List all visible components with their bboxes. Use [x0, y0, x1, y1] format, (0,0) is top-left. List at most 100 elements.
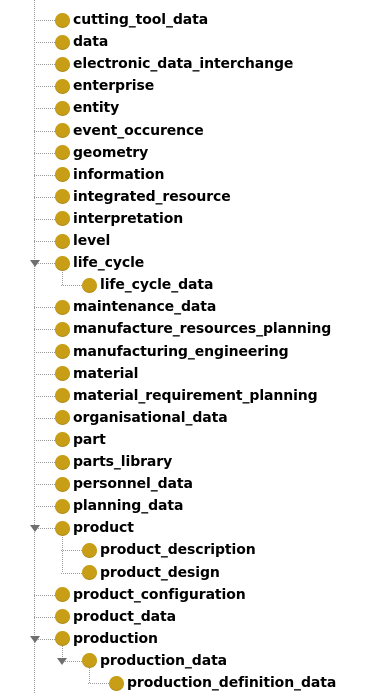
tree-node-label: material_requirement_planning — [73, 387, 318, 404]
tree-node-electronic-data-interchange[interactable]: electronic_data_interchange — [55, 53, 293, 75]
tree-node-part[interactable]: part — [55, 429, 106, 451]
class-circle-icon — [55, 520, 70, 536]
tree-guide-connector — [34, 108, 57, 110]
tree-node-label: production — [73, 630, 158, 647]
tree-node-label: product_description — [100, 542, 256, 559]
tree-guide-connector — [34, 307, 57, 309]
tree-node-label: event_occurence — [73, 122, 204, 139]
tree-node-product-description[interactable]: product_description — [82, 539, 256, 561]
tree-node-label: integrated_resource — [73, 188, 231, 205]
tree-node-product-data[interactable]: product_data — [55, 606, 176, 628]
class-circle-icon — [55, 410, 70, 426]
tree-node-enterprise[interactable]: enterprise — [55, 75, 154, 97]
class-circle-icon — [55, 498, 70, 514]
tree-node-label: life_cycle — [73, 255, 145, 272]
class-circle-icon — [55, 631, 70, 647]
tree-node-label: organisational_data — [73, 409, 228, 426]
class-circle-icon — [82, 277, 97, 293]
tree-guide-connector — [61, 550, 84, 552]
tree-node-label: level — [73, 233, 111, 249]
tree-node-label: product_data — [73, 608, 176, 625]
tree-node-label: geometry — [73, 144, 149, 161]
class-circle-icon — [55, 454, 70, 470]
tree-node-label: product_configuration — [73, 586, 246, 603]
tree-node-manufacture-resources-planning[interactable]: manufacture_resources_planning — [55, 318, 331, 340]
tree-node-parts-library[interactable]: parts_library — [55, 451, 172, 473]
tree-node-information[interactable]: information — [55, 164, 164, 186]
tree-node-event-occurence[interactable]: event_occurence — [55, 120, 204, 142]
tree-node-product-design[interactable]: product_design — [82, 562, 220, 584]
class-circle-icon — [55, 321, 70, 337]
tree-guide-connector — [34, 373, 57, 375]
tree-node-material-requirement-planning[interactable]: material_requirement_planning — [55, 385, 318, 407]
tree-guide-connector — [34, 174, 57, 176]
tree-node-integrated-resource[interactable]: integrated_resource — [55, 186, 231, 208]
class-circle-icon — [55, 100, 70, 116]
tree-node-label: material — [73, 365, 139, 382]
tree-node-life-cycle-data[interactable]: life_cycle_data — [82, 274, 213, 296]
tree-guide-connector — [34, 329, 57, 331]
tree-node-life-cycle[interactable]: life_cycle — [55, 252, 144, 274]
class-circle-icon — [55, 587, 70, 603]
tree-guide-connector — [88, 683, 111, 684]
tree-node-production[interactable]: production — [55, 628, 158, 650]
tree-node-entity[interactable]: entity — [55, 97, 119, 119]
expand-toggle-icon[interactable] — [30, 525, 40, 533]
tree-node-production-definition-data[interactable]: production_definition_data — [109, 672, 336, 694]
tree-node-personnel-data[interactable]: personnel_data — [55, 473, 193, 495]
class-circle-icon — [55, 123, 70, 138]
tree-guide-line — [34, 0, 35, 693]
tree-node-organisational-data[interactable]: organisational_data — [55, 407, 228, 429]
class-circle-icon — [55, 34, 70, 50]
tree-node-label: cutting_tool_data — [73, 12, 209, 28]
tree-node-label: manufacturing_engineering — [73, 343, 289, 360]
class-circle-icon — [109, 675, 124, 691]
tree-node-level[interactable]: level — [55, 230, 110, 252]
expand-toggle-icon[interactable] — [30, 635, 40, 643]
class-circle-icon — [55, 211, 70, 227]
tree-node-production-data[interactable]: production_data — [82, 650, 227, 672]
expand-toggle-icon[interactable] — [30, 260, 40, 268]
tree-node-label: part — [73, 431, 106, 448]
tree-guide-connector — [34, 152, 57, 154]
tree-guide-connector — [34, 196, 57, 198]
class-circle-icon — [55, 432, 70, 448]
class-circle-icon — [82, 565, 97, 580]
tree-node-data[interactable]: data — [55, 31, 108, 53]
tree-guide-connector — [34, 86, 57, 88]
tree-node-label: manufacture_resources_planning — [73, 321, 332, 338]
class-circle-icon — [55, 167, 70, 183]
tree-node-label: data — [73, 34, 109, 51]
class-circle-icon — [55, 56, 70, 72]
tree-guide-connector — [34, 484, 57, 486]
class-circle-icon — [55, 344, 70, 359]
tree-node-geometry[interactable]: geometry — [55, 142, 148, 164]
tree-node-label: entity — [73, 100, 120, 117]
tree-guide-connector — [34, 130, 57, 132]
tree-node-label: product_design — [100, 564, 220, 581]
tree-guide-connector — [34, 20, 57, 21]
class-circle-icon — [55, 78, 70, 94]
class-circle-icon — [55, 366, 70, 382]
tree-guide-connector — [34, 351, 57, 353]
tree-guide-connector — [61, 572, 84, 574]
class-circle-icon — [55, 476, 70, 492]
tree-node-product[interactable]: product — [55, 517, 134, 539]
class-circle-icon — [55, 388, 70, 404]
tree-node-planning-data[interactable]: planning_data — [55, 495, 183, 517]
tree-node-product-configuration[interactable]: product_configuration — [55, 584, 246, 606]
tree-node-interpretation[interactable]: interpretation — [55, 208, 183, 230]
tree-node-material[interactable]: material — [55, 363, 138, 385]
tree-node-label: product — [73, 520, 134, 537]
class-circle-icon — [55, 145, 70, 161]
tree-node-cutting-tool-data[interactable]: cutting_tool_data — [55, 9, 208, 31]
tree-guide-connector — [34, 218, 57, 220]
tree-node-maintenance-data[interactable]: maintenance_data — [55, 296, 216, 318]
expand-toggle-icon[interactable] — [57, 657, 67, 665]
tree-node-label: production_data — [100, 652, 228, 669]
tree-node-label: interpretation — [73, 210, 184, 227]
tree-node-manufacturing-engineering[interactable]: manufacturing_engineering — [55, 341, 289, 363]
tree-node-label: parts_library — [73, 454, 173, 470]
class-circle-icon — [55, 299, 70, 315]
tree-guide-connector — [34, 439, 57, 441]
